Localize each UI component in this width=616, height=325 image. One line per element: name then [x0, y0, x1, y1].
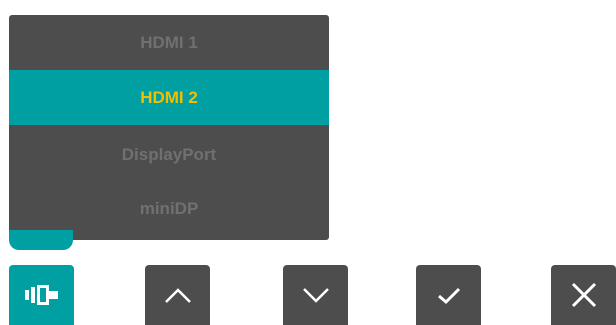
close-icon [571, 282, 596, 308]
up-button[interactable] [145, 265, 210, 325]
menu-pointer-tab [9, 230, 73, 250]
down-button[interactable] [283, 265, 348, 325]
confirm-button[interactable] [416, 265, 481, 325]
menu-item-minidp[interactable]: miniDP [9, 181, 329, 236]
checkmark-icon [437, 287, 460, 305]
menu-item-label: miniDP [139, 198, 199, 218]
chevron-down-icon [302, 288, 329, 303]
menu-item-hdmi2[interactable]: HDMI 2 [9, 70, 329, 125]
menu-item-label: DisplayPort [121, 144, 217, 164]
close-button[interactable] [551, 265, 616, 325]
menu-item-displayport[interactable]: DisplayPort [9, 127, 329, 182]
menu-item-label: HDMI 2 [140, 87, 198, 107]
input-source-menu: HDMI 1 HDMI 2 DisplayPort miniDP [9, 15, 329, 240]
menu-item-label: HDMI 1 [140, 32, 198, 52]
chevron-up-icon [164, 288, 191, 303]
menu-item-hdmi1[interactable]: HDMI 1 [9, 15, 329, 70]
input-source-icon [24, 285, 58, 305]
input-source-button[interactable] [9, 265, 74, 325]
